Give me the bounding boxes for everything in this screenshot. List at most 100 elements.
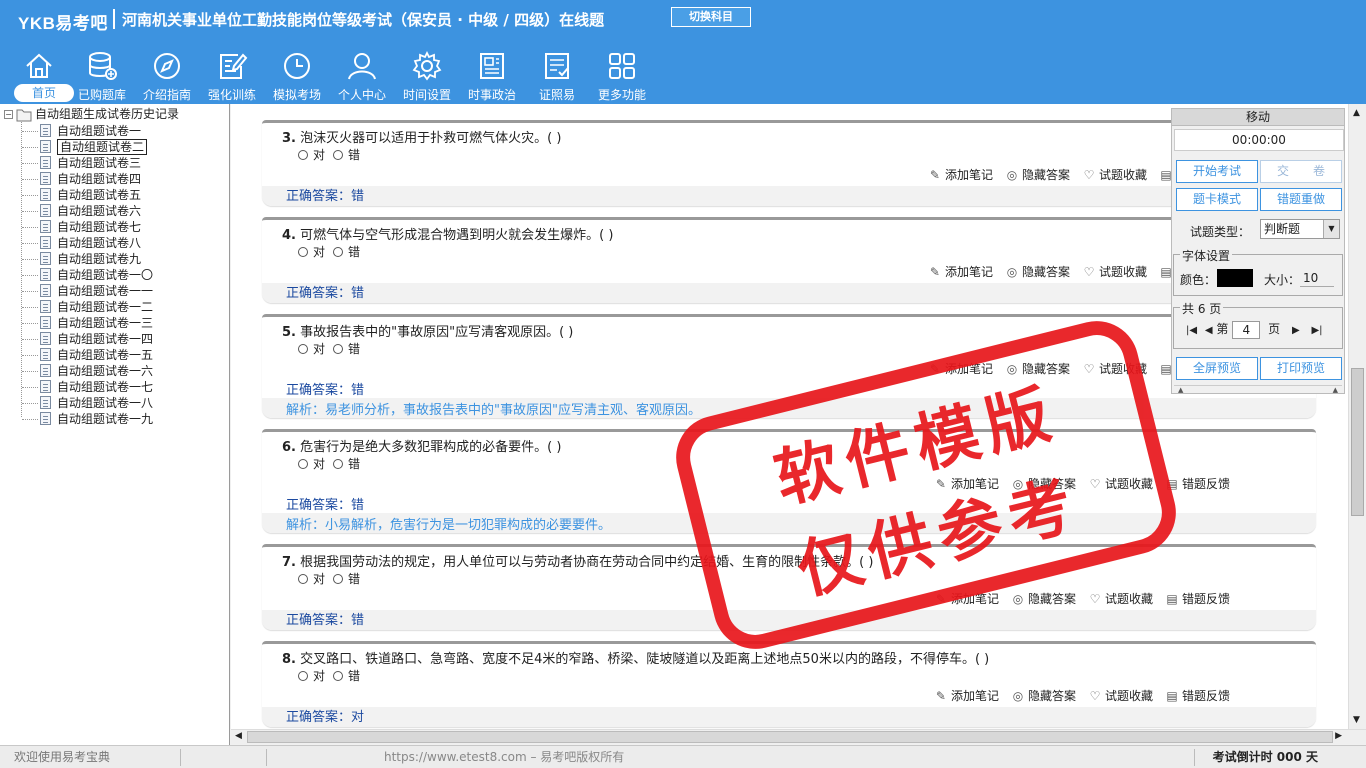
hide-answer-button[interactable]: ◎ 隐藏答案 [1011,592,1076,606]
next-page-icon[interactable]: ▶ [1292,325,1300,336]
option-true[interactable]: 对 [298,148,325,162]
favorite-button[interactable]: ♡ 试题收藏 [1082,168,1147,182]
add-note-button[interactable]: ✎ 添加笔记 [928,265,993,279]
favorite-button[interactable]: ♡ 试题收藏 [1082,265,1147,279]
option-false[interactable]: 错 [333,572,360,586]
tree-item[interactable]: 自动组题试卷八 [22,235,141,251]
tree-item[interactable]: 自动组题试卷四 [22,171,141,187]
hide-answer-button[interactable]: ◎ 隐藏答案 [1011,477,1076,491]
card-mode-button[interactable]: 题卡模式 [1176,188,1258,211]
nav-item-more[interactable]: 更多功能 [589,46,655,104]
hide-answer-button[interactable]: ◎ 隐藏答案 [1005,362,1070,376]
favorite-button[interactable]: ♡ 试题收藏 [1088,592,1153,606]
hide-answer-button[interactable]: ◎ 隐藏答案 [1005,168,1070,182]
tree-item[interactable]: 自动组题试卷一〇 [22,267,154,283]
exam-title: 河南机关事业单位工勤技能岗位等级考试（保安员 · 中级 / 四级）在线题 [122,11,605,29]
question-card: 3. 泡沫灭火器可以适用于扑救可燃气体火灾。( ) 对错 ✎ 添加笔记 ◎ 隐藏答案 ♡ 试题… [262,120,1316,206]
option-false[interactable]: 错 [333,342,360,356]
option-false[interactable]: 错 [333,457,360,471]
tree-item[interactable]: 自动组题试卷一 [22,123,141,139]
scroll-down-icon[interactable]: ▼ [1353,715,1360,725]
tree-item[interactable]: 自动组题试卷七 [22,219,141,235]
option-true[interactable]: 对 [298,572,325,586]
page-number-input[interactable]: 4 [1232,320,1261,339]
size-label: 大小： [1264,273,1301,287]
tree-root[interactable]: − 自动组题生成试卷历史记录 [4,107,179,122]
nav-item-current-affairs[interactable]: 时事政治 [459,46,525,104]
last-page-icon[interactable]: ▶| [1311,325,1322,336]
fullscreen-preview-button[interactable]: 全屏预览 [1176,357,1258,380]
tree-item[interactable]: 自动组题试卷一一 [22,283,153,299]
scroll-right-icon[interactable]: ▶ [1335,731,1342,741]
add-note-button[interactable]: ✎ 添加笔记 [928,168,993,182]
hide-answer-button[interactable]: ◎ 隐藏答案 [1011,689,1076,703]
tree-item[interactable]: 自动组题试卷一七 [22,379,153,395]
favorite-button[interactable]: ♡ 试题收藏 [1082,362,1147,376]
start-exam-button[interactable]: 开始考试 [1176,160,1258,183]
option-false[interactable]: 错 [333,148,360,162]
tree-connector [22,275,38,276]
favorite-button[interactable]: ♡ 试题收藏 [1088,689,1153,703]
feedback-button[interactable]: ▤ 错题反馈 [1165,477,1230,491]
feedback-button[interactable]: ▤ 错题反馈 [1165,592,1230,606]
add-note-button[interactable]: ✎ 添加笔记 [928,362,993,376]
redo-wrong-button[interactable]: 错题重做 [1260,188,1342,211]
document-icon [40,172,51,185]
option-true[interactable]: 对 [298,342,325,356]
radio-icon [333,150,344,160]
feedback-button[interactable]: ▤ 错题反馈 [1165,689,1230,703]
add-note-button[interactable]: ✎ 添加笔记 [934,477,999,491]
tree-item-label: 自动组题试卷一〇 [57,268,154,282]
vertical-scroll-thumb[interactable] [1351,368,1364,516]
nav-item-time-settings[interactable]: 时间设置 [394,46,460,104]
nav-item-certificate[interactable]: 证照易 [524,46,590,104]
font-size-input[interactable]: 10 [1300,269,1334,287]
question-type-select[interactable]: 判断题 ▼ [1260,219,1340,239]
color-picker[interactable] [1217,269,1253,287]
add-note-button[interactable]: ✎ 添加笔记 [934,689,999,703]
nav-item-training[interactable]: 强化训练 [199,46,265,104]
favorite-label: 试题收藏 [1098,168,1147,182]
submit-exam-button[interactable]: 交 卷 [1260,160,1342,183]
prev-page-icon[interactable]: ◀ [1205,325,1213,336]
option-true[interactable]: 对 [298,457,325,471]
tree-item[interactable]: 自动组题试卷一四 [22,331,153,347]
option-true[interactable]: 对 [298,245,325,259]
tree-item[interactable]: 自动组题试卷五 [22,187,141,203]
collapse-icon[interactable]: − [4,110,13,119]
favorite-label: 试题收藏 [1104,689,1153,703]
document-icon [40,220,51,233]
first-page-icon[interactable]: |◀ [1186,325,1197,336]
switch-subject-button[interactable]: 切换科目 [671,7,751,27]
nav-item-mock-exam[interactable]: 模拟考场 [264,46,330,104]
tree-item[interactable]: 自动组题试卷一八 [22,395,153,411]
tree-item[interactable]: 自动组题试卷六 [22,203,141,219]
tree-item[interactable]: 自动组题试卷一三 [22,315,153,331]
tree-item[interactable]: 自动组题试卷一九 [22,411,153,427]
horizontal-scrollbar[interactable]: ◀ ▶ [231,729,1366,744]
document-icon [40,380,51,393]
scroll-left-icon[interactable]: ◀ [235,731,242,741]
option-true[interactable]: 对 [298,669,325,683]
tree-item[interactable]: 自动组题试卷二 [22,139,148,155]
horizontal-scroll-thumb[interactable] [247,731,1333,743]
print-preview-button[interactable]: 打印预览 [1260,357,1342,380]
tree-item[interactable]: 自动组题试卷一五 [22,347,153,363]
scroll-up-icon[interactable]: ▲ [1353,108,1360,118]
option-false[interactable]: 错 [333,669,360,683]
panel-scrollbar[interactable]: ▲ ▲ [1174,385,1342,394]
add-note-button[interactable]: ✎ 添加笔记 [934,592,999,606]
hide-answer-button[interactable]: ◎ 隐藏答案 [1005,265,1070,279]
vertical-scrollbar[interactable]: ▲ ▼ [1348,104,1366,729]
tree-item[interactable]: 自动组题试卷九 [22,251,141,267]
tree-item[interactable]: 自动组题试卷一六 [22,363,153,379]
nav-item-purchased[interactable]: 已购题库 [69,46,135,104]
nav-item-guide[interactable]: 介绍指南 [134,46,200,104]
nav-item-personal[interactable]: 个人中心 [329,46,395,104]
panel-title[interactable]: 移动 [1172,109,1344,126]
nav-item-home[interactable]: 首页 [6,46,74,104]
tree-item[interactable]: 自动组题试卷三 [22,155,141,171]
favorite-button[interactable]: ♡ 试题收藏 [1088,477,1153,491]
tree-item[interactable]: 自动组题试卷一二 [22,299,153,315]
option-false[interactable]: 错 [333,245,360,259]
